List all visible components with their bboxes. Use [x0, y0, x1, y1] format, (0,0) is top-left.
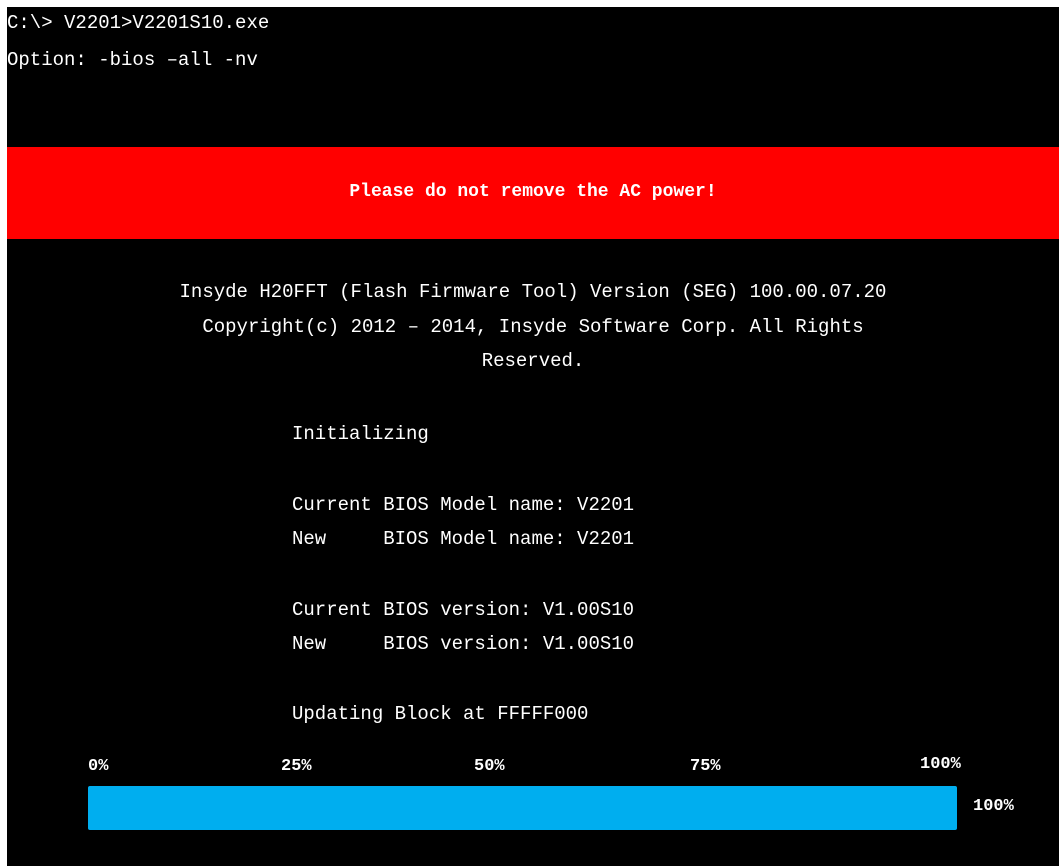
command-line: C:\> V2201>V2201S10.exe	[7, 12, 270, 34]
progress-bar	[88, 786, 957, 830]
new-bios-version: New BIOS version: V1.00S10	[292, 633, 635, 655]
progress-percent-label: 100%	[973, 797, 1014, 816]
copyright-line: Copyright(c) 2012 – 2014, Insyde Softwar…	[202, 316, 864, 338]
new-bios-model: New BIOS Model name: V2201	[292, 528, 635, 550]
current-bios-model: Current BIOS Model name: V2201	[292, 494, 635, 516]
progress-tick-0: 0%	[88, 757, 109, 776]
progress-tick-25: 25%	[281, 757, 312, 776]
option-line: Option: -bios –all -nv	[7, 49, 258, 71]
progress-tick-75: 75%	[690, 757, 721, 776]
warning-text: Please do not remove the AC power!	[349, 182, 717, 202]
warning-banner: Please do not remove the AC power!	[7, 147, 1059, 239]
progress-tick-100: 100%	[920, 755, 961, 774]
progress-bar-fill	[88, 786, 957, 830]
console-screen: C:\> V2201>V2201S10.exe Option: -bios –a…	[7, 7, 1059, 866]
progress-tick-50: 50%	[474, 757, 505, 776]
copyright-line-reserved: Reserved.	[481, 350, 585, 372]
current-bios-version: Current BIOS version: V1.00S10	[292, 599, 635, 621]
tool-title: Insyde H20FFT (Flash Firmware Tool) Vers…	[179, 281, 887, 303]
status-initializing: Initializing	[292, 423, 429, 445]
updating-block-status: Updating Block at FFFFF000	[292, 703, 589, 725]
